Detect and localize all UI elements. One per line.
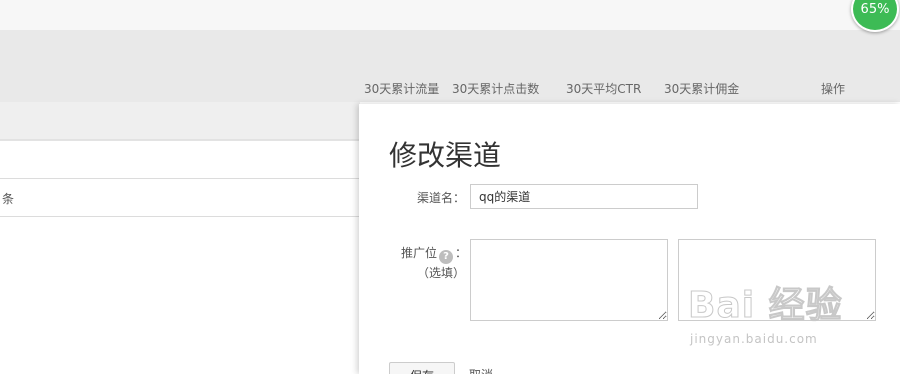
ad-position-textarea-1[interactable] (470, 239, 668, 321)
optional-hint: （选填） (417, 266, 466, 280)
ad-position-colon: ： (455, 246, 468, 260)
channel-name-input[interactable] (470, 184, 698, 209)
col-header-clicks[interactable]: 30天累计点击数 (452, 80, 539, 97)
col-header-ctr[interactable]: 30天平均CTR (566, 80, 641, 97)
table-column-headers: 30天累计流量 30天累计点击数 30天平均CTR 30天累计佣金 操作 (0, 30, 900, 102)
col-header-actions: 操作 (821, 82, 846, 96)
top-bar (0, 0, 900, 30)
ad-position-label: 推广位?： (401, 244, 467, 264)
question-circle-icon[interactable]: ? (439, 250, 454, 264)
save-button[interactable]: 保存 (389, 362, 455, 374)
col-header-traffic[interactable]: 30天累计流量 (364, 80, 439, 97)
col-header-commission[interactable]: 30天累计佣金 (664, 80, 739, 97)
channel-name-label: 渠道名： (417, 191, 466, 205)
ad-position-textarea-2[interactable] (678, 239, 876, 321)
table-subheader-strip (0, 102, 360, 140)
ad-position-label-text: 推广位 (401, 246, 438, 260)
table-row (0, 140, 360, 179)
edit-channel-dialog: 修改渠道 渠道名： 推广位?： （选填） 保存 取消 (359, 104, 900, 374)
dialog-title: 修改渠道 (389, 139, 502, 172)
cancel-link[interactable]: 取消 (469, 366, 493, 374)
table-row: 条 (0, 179, 360, 217)
row-count-text: 条 (2, 192, 15, 206)
